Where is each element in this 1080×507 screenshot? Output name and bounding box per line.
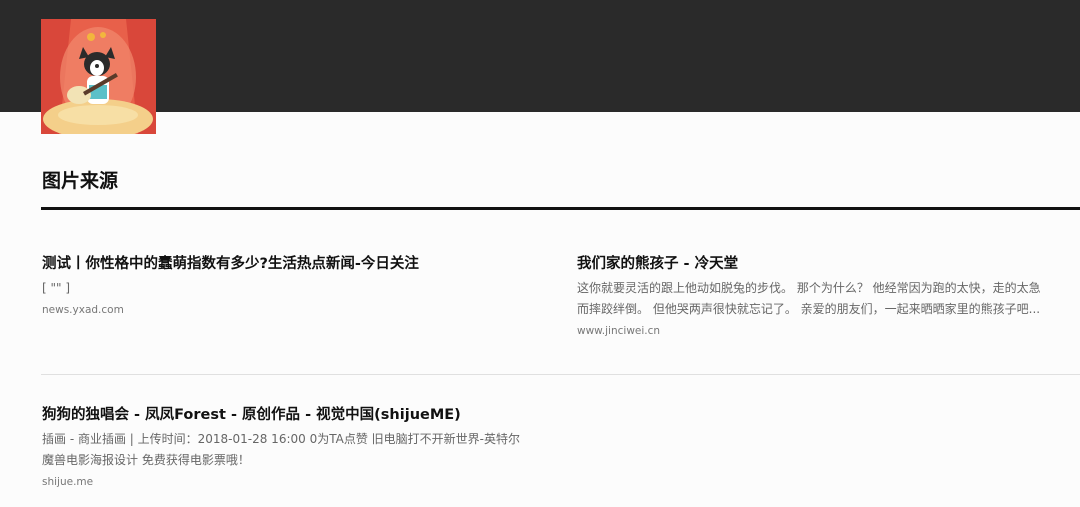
snippet-line: 魔兽电影海报设计 免费获得电影票哦！: [42, 453, 250, 467]
snippet-line: 插画 - 商业插画 | 上传时间：2018-01-28 16:00 0为TA点赞…: [42, 432, 520, 446]
result-url[interactable]: shijue.me: [42, 475, 542, 489]
result-title-link[interactable]: 狗狗的独唱会 - 凤凤Forest - 原创作品 - 视觉中国(shijueME…: [42, 405, 542, 425]
snippet-line: 而摔跤绊倒。 但他哭两声很快就忘记了。 亲爱的朋友们，一起来晒晒家里的熊孩子吧.…: [577, 302, 1041, 316]
search-result[interactable]: 我们家的熊孩子 - 冷天堂 这你就要灵活的跟上他动如脱兔的步伐。 那个为什么？ …: [577, 254, 1077, 338]
result-title-link[interactable]: 测试丨你性格中的蠢萌指数有多少?生活热点新闻-今日关注: [42, 254, 542, 274]
result-url[interactable]: www.jinciwei.cn: [577, 324, 1077, 338]
search-result[interactable]: 狗狗的独唱会 - 凤凤Forest - 原创作品 - 视觉中国(shijueME…: [42, 405, 542, 489]
section-divider: [41, 207, 1080, 210]
search-result[interactable]: 测试丨你性格中的蠢萌指数有多少?生活热点新闻-今日关注 [ "" ] news.…: [42, 254, 542, 317]
top-banner: [0, 0, 1080, 112]
dog-guitar-illustration-icon: [41, 19, 156, 134]
thumbnail-image[interactable]: [41, 19, 156, 134]
section-title: 图片来源: [42, 170, 119, 192]
result-title-link[interactable]: 我们家的熊孩子 - 冷天堂: [577, 254, 1077, 274]
snippet-line: 这你就要灵活的跟上他动如脱兔的步伐。 那个为什么？ 他经常因为跑的太快，走的太急: [577, 281, 1041, 295]
result-snippet: [ "" ]: [42, 278, 542, 299]
result-snippet: 插画 - 商业插画 | 上传时间：2018-01-28 16:00 0为TA点赞…: [42, 429, 542, 471]
result-url[interactable]: news.yxad.com: [42, 303, 542, 317]
snippet-line: [ "" ]: [42, 281, 71, 295]
row-divider: [41, 374, 1080, 375]
result-snippet: 这你就要灵活的跟上他动如脱兔的步伐。 那个为什么？ 他经常因为跑的太快，走的太急…: [577, 278, 1067, 320]
